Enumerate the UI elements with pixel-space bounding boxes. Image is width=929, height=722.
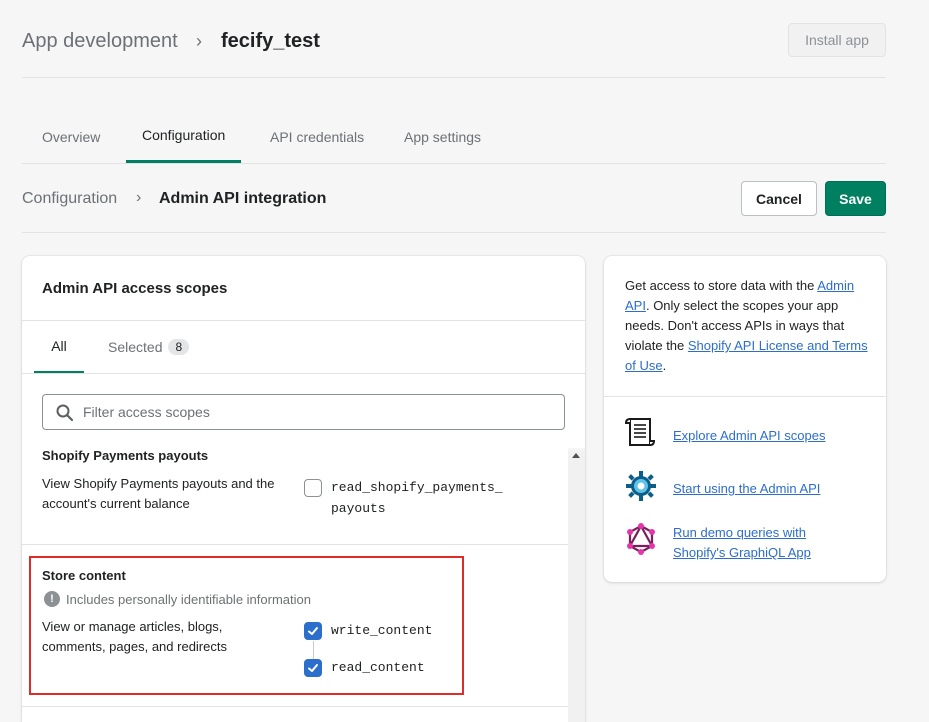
checkmark-icon: [308, 627, 318, 635]
scope-checkbox[interactable]: [304, 479, 322, 497]
scroll-document-icon: [624, 418, 656, 446]
pii-warning: Includes personally identifiable informa…: [66, 592, 311, 607]
scope-connector: [313, 641, 314, 659]
app-tabs: Overview Configuration API credentials A…: [22, 116, 886, 164]
alert-circle-icon: !: [44, 591, 60, 607]
tab-all[interactable]: All: [34, 321, 84, 373]
page-header: App development › fecify_test Install ap…: [22, 23, 886, 78]
sub-breadcrumb-bar: Configuration › Admin API integration Ca…: [22, 176, 886, 233]
scope-name-line1: read_shopify_payments_: [331, 480, 503, 495]
scrollbar[interactable]: [568, 448, 585, 722]
install-app-button[interactable]: Install app: [788, 23, 886, 57]
scopes-list[interactable]: Shopify Payments payouts View Shopify Pa…: [22, 448, 585, 722]
card-title: Admin API access scopes: [42, 280, 228, 297]
scope-checkbox-checked[interactable]: [304, 659, 322, 677]
filter-scopes-field[interactable]: [42, 394, 565, 430]
breadcrumb-chevron-icon: ›: [196, 31, 202, 51]
selected-count-badge: 8: [168, 339, 190, 355]
tab-selected-label: Selected: [108, 339, 163, 355]
tab-selected[interactable]: Selected 8: [108, 321, 190, 373]
scope-group-title: Store content: [42, 568, 126, 583]
cancel-button[interactable]: Cancel: [741, 181, 817, 216]
scope-name-line2: payouts: [331, 501, 386, 516]
tab-configuration[interactable]: Configuration: [126, 116, 242, 163]
access-scopes-card: Admin API access scopes All Selected 8 S…: [22, 256, 585, 722]
divider: [22, 544, 568, 545]
divider: [22, 706, 568, 707]
scope-group-description: View Shopify Payments payouts and the ac…: [42, 476, 275, 511]
help-card: Get access to store data with the Admin …: [604, 256, 886, 582]
scope-checkbox-checked[interactable]: [304, 622, 322, 640]
filter-scopes-input[interactable]: [83, 395, 553, 429]
scope-name: read_content: [331, 660, 425, 675]
graphiql-link[interactable]: Run demo queries with Shopify's GraphiQL…: [673, 523, 811, 563]
scope-group-description: View or manage articles, blogs, comments…: [42, 619, 227, 654]
tab-overview[interactable]: Overview: [26, 116, 116, 163]
page-title: fecify_test: [221, 30, 320, 52]
divider: [604, 396, 886, 397]
graphiql-link-line2: Shopify's GraphiQL App: [673, 545, 811, 560]
graphql-icon: [627, 523, 655, 555]
scope-filter-tabs: All Selected 8: [22, 320, 585, 374]
tab-app-settings[interactable]: App settings: [388, 116, 497, 163]
breadcrumb-app-development[interactable]: App development: [22, 30, 178, 53]
search-icon: [56, 404, 74, 422]
start-admin-api-link[interactable]: Start using the Admin API: [673, 479, 820, 499]
section-title: Admin API integration: [159, 190, 327, 207]
breadcrumb-chevron-icon: ›: [136, 189, 142, 206]
gear-icon: [626, 471, 656, 501]
save-button[interactable]: Save: [825, 181, 886, 216]
scope-name: read_shopify_payments_ payouts: [331, 477, 503, 519]
list-fade: [22, 444, 585, 452]
help-text-part: Get access to store data with the: [625, 278, 818, 293]
breadcrumb-configuration[interactable]: Configuration: [22, 190, 117, 208]
tab-api-credentials[interactable]: API credentials: [254, 116, 380, 163]
explore-scopes-link[interactable]: Explore Admin API scopes: [673, 426, 825, 446]
help-text: Get access to store data with the Admin …: [625, 276, 875, 376]
scope-name: write_content: [331, 623, 433, 638]
checkmark-icon: [308, 664, 318, 672]
graphiql-link-line1: Run demo queries with: [673, 525, 806, 540]
scroll-up-arrow-icon[interactable]: [572, 453, 580, 458]
help-text-part: .: [662, 358, 667, 373]
